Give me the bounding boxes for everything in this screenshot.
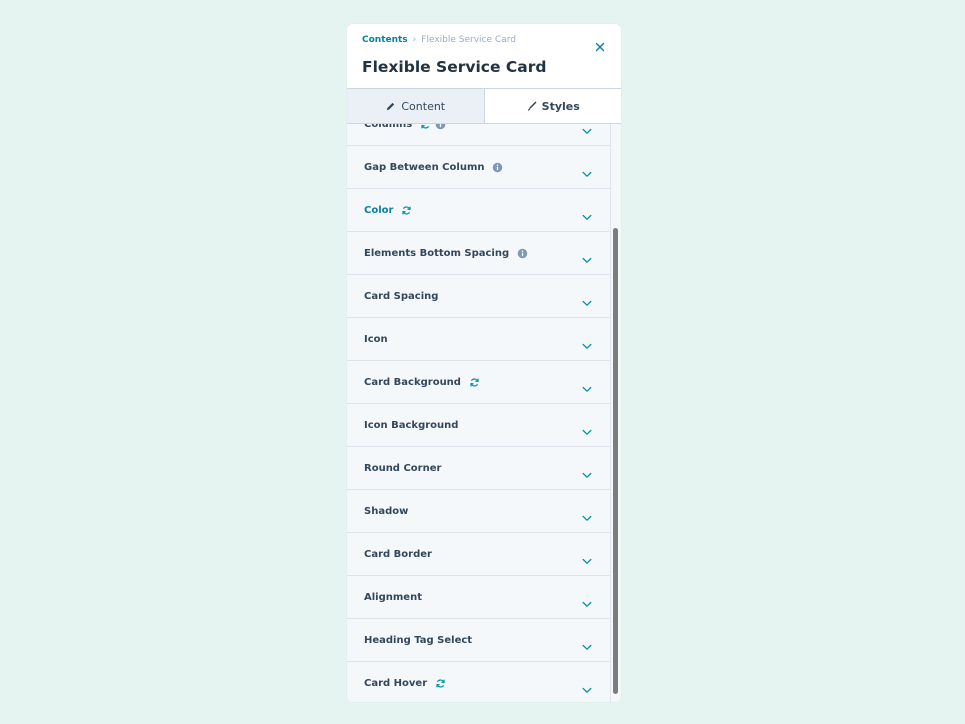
info-icon[interactable] [492,162,503,173]
tab-content[interactable]: Content [347,89,485,123]
chevron-down-icon [582,206,592,220]
setting-row-icon-background[interactable]: Icon Background [347,404,611,447]
breadcrumb-contents-link[interactable]: Contents [362,35,408,45]
info-icon[interactable] [517,248,528,259]
sync-icon [469,377,480,388]
setting-row-label: Columns [364,124,413,130]
setting-row-card-hover[interactable]: Card Hover [347,662,611,702]
setting-row-heading-tag-select[interactable]: Heading Tag Select [347,619,611,662]
setting-row-label: Round Corner [364,462,442,474]
setting-row-label: Alignment [364,591,422,603]
chevron-down-icon [582,636,592,650]
tab-styles-label: Styles [541,99,580,113]
tab-content-label: Content [401,99,446,113]
breadcrumb: Contents › Flexible Service Card [362,35,516,45]
chevron-down-icon [582,507,592,521]
setting-row-icon[interactable]: Icon [347,318,611,361]
setting-row-card-background[interactable]: Card Background [347,361,611,404]
setting-row-label: Icon [364,333,388,345]
breadcrumb-separator: › [412,35,417,45]
chevron-down-icon [582,550,592,564]
scrollbar-track[interactable] [613,124,619,702]
info-icon[interactable] [435,124,446,130]
setting-row-label: Card Border [364,548,432,560]
chevron-down-icon [582,378,592,392]
setting-row-card-border[interactable]: Card Border [347,533,611,576]
setting-row-label: Card Hover [364,677,428,689]
setting-row-columns[interactable]: Columns [347,124,611,146]
chevron-down-icon [582,464,592,478]
chevron-down-icon [582,249,592,263]
sync-icon [401,205,412,216]
chevron-down-icon [582,335,592,349]
chevron-down-icon [582,421,592,435]
setting-row-gap-between-column[interactable]: Gap Between Column [347,146,611,189]
brush-icon [527,101,537,111]
setting-row-label: Icon Background [364,419,459,431]
sync-icon [435,678,446,689]
setting-row-round-corner[interactable]: Round Corner [347,447,611,490]
close-button[interactable] [593,39,607,53]
pencil-icon [387,102,395,110]
setting-row-label: Shadow [364,505,409,517]
setting-row-shadow[interactable]: Shadow [347,490,611,533]
setting-row-label: Color [364,204,394,216]
setting-row-color[interactable]: Color [347,189,611,232]
chevron-down-icon [582,292,592,306]
chevron-down-icon [582,679,592,693]
style-settings-list: Columns Gap Between Column Color Elements B… [347,124,621,702]
panel-header: Contents › Flexible Service Card Flexibl… [347,24,621,88]
setting-row-alignment[interactable]: Alignment [347,576,611,619]
scrollbar-thumb[interactable] [613,228,618,694]
page-title: Flexible Service Card [362,58,547,76]
setting-row-label: Gap Between Column [364,161,485,173]
setting-row-card-spacing[interactable]: Card Spacing [347,275,611,318]
tab-styles[interactable]: Styles [484,89,621,123]
setting-row-elements-bottom-spacing[interactable]: Elements Bottom Spacing [347,232,611,275]
chevron-down-icon [582,124,592,134]
chevron-down-icon [582,593,592,607]
setting-row-label: Card Background [364,376,461,388]
setting-row-label: Elements Bottom Spacing [364,247,510,259]
setting-row-label: Heading Tag Select [364,634,473,646]
setting-row-label: Card Spacing [364,290,439,302]
close-icon [595,42,605,52]
breadcrumb-current: Flexible Service Card [421,35,516,45]
style-editor-panel: Contents › Flexible Service Card Flexibl… [347,24,621,702]
chevron-down-icon [582,163,592,177]
tab-bar: Content Styles [347,88,621,124]
sync-icon [420,124,431,130]
